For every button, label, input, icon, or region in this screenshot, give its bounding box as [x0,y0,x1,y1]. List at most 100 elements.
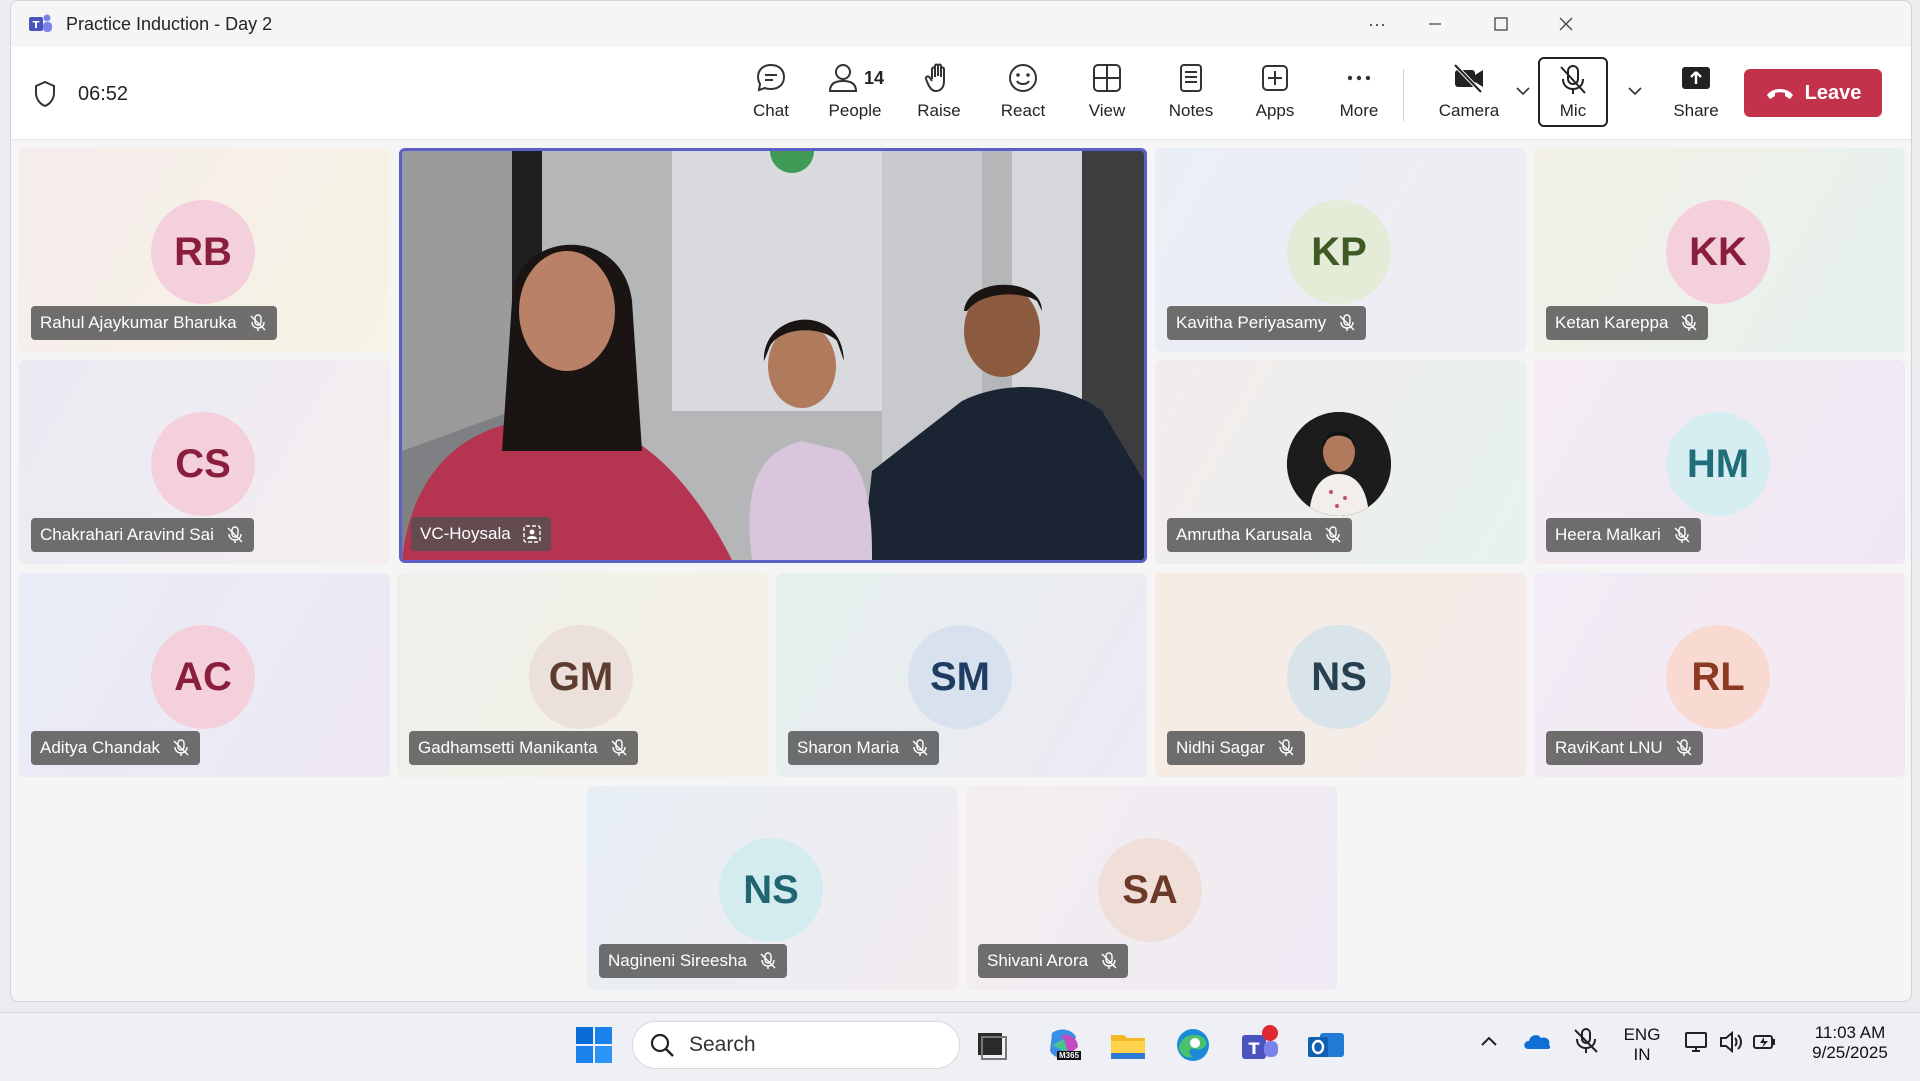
search-placeholder: Search [689,1033,756,1056]
svg-text:T: T [1249,1039,1260,1058]
participant-tile[interactable]: HM Heera Malkari [1534,360,1905,564]
battery-charging-icon[interactable] [1752,1029,1778,1055]
people-button[interactable]: 14 People [817,61,893,131]
avatar: KP [1287,200,1391,304]
more-dots-icon [1347,75,1371,81]
onedrive-cloud-icon[interactable] [1522,1029,1552,1053]
participant-name: Ketan Kareppa [1555,313,1669,332]
react-button[interactable]: React [991,61,1055,131]
participant-tile[interactable]: KP Kavitha Periyasamy [1155,148,1526,352]
volume-icon[interactable] [1718,1029,1744,1055]
edge-browser-icon[interactable] [1173,1025,1213,1065]
more-options-icon[interactable]: ··· [1357,9,1397,39]
share-label: Share [1673,101,1719,120]
participant-name: VC-Hoysala [420,524,511,543]
participant-tile[interactable]: NS Nagineni Sireesha [587,786,958,990]
outlook-icon[interactable] [1306,1025,1346,1065]
leave-button[interactable]: Leave [1744,69,1882,117]
svg-text:T: T [33,20,40,31]
avatar-initials: NS [1311,654,1367,699]
avatar: CS [151,412,255,516]
camera-options-chevron-icon[interactable] [1513,81,1533,101]
participant-name: RaviKant LNU [1555,738,1663,757]
participant-tile[interactable]: AC Aditya Chandak [19,573,390,777]
clock[interactable]: 11:03 AM 9/25/2025 [1800,1023,1900,1063]
chat-label: Chat [753,101,789,120]
mic-label: Mic [1559,101,1587,120]
language-code: ENG [1623,1025,1661,1044]
mic-muted-icon [760,952,776,969]
leave-label: Leave [1804,81,1862,104]
mic-muted-icon [1676,739,1692,756]
participant-tile[interactable]: NS Nidhi Sagar [1155,573,1526,777]
participant-tile[interactable]: RL RaviKant LNU [1534,573,1905,777]
network-icon[interactable] [1684,1029,1710,1055]
avatar: GM [529,625,633,729]
name-tag: Kavitha Periyasamy [1167,306,1367,340]
maximize-button[interactable] [1481,9,1521,39]
mic-muted-icon [1101,952,1117,969]
participant-tile[interactable]: RB Rahul Ajaykumar Bharuka [19,148,390,352]
participant-tile[interactable]: SA Shivani Arora [966,786,1337,990]
avatar: RL [1666,625,1770,729]
mic-muted-tray-icon[interactable] [1572,1027,1600,1055]
participant-name: Aditya Chandak [40,738,161,757]
chat-button[interactable]: Chat [739,61,803,131]
view-label: View [1088,101,1126,120]
shield-icon [35,80,55,108]
view-button[interactable]: View [1075,61,1139,131]
participant-name: Sharon Maria [797,738,900,757]
avatar-initials: SA [1122,867,1178,912]
language-indicator[interactable]: ENG IN [1622,1025,1662,1065]
share-button[interactable]: Share [1661,61,1731,131]
chat-icon [756,63,786,92]
mic-muted-icon [1674,526,1690,543]
avatar-initials: KK [1689,229,1747,274]
chevron-up-icon[interactable] [1478,1031,1500,1053]
share-icon [1682,67,1710,89]
avatar: HM [1666,412,1770,516]
more-button[interactable]: More [1327,61,1391,131]
file-explorer-icon[interactable] [1108,1025,1148,1065]
mic-muted-icon [173,739,189,756]
avatar: SM [908,625,1012,729]
name-tag: VC-Hoysala [411,517,551,551]
raise-hand-button[interactable]: Raise [907,61,971,131]
window-title: Practice Induction - Day 2 [66,14,273,34]
participant-name: Nagineni Sireesha [608,951,747,970]
participant-tile[interactable]: KK Ketan Kareppa [1534,148,1905,352]
avatar: RB [151,200,255,304]
mic-button[interactable]: Mic [1538,57,1608,127]
clock-date: 9/25/2025 [1812,1043,1888,1062]
apps-label: Apps [1255,101,1295,120]
participant-tile[interactable]: Amrutha Karusala [1155,360,1526,564]
camera-button[interactable]: Camera [1429,61,1509,131]
video-tile[interactable]: VC-Hoysala [399,148,1147,563]
taskbar: Search M365 T ENG IN 11:03 AM 9/25/2025 [0,1012,1920,1081]
close-button[interactable] [1546,9,1586,39]
mic-muted-icon [250,314,266,331]
participant-tile[interactable]: GM Gadhamsetti Manikanta [397,573,768,777]
avatar-initials: HM [1686,441,1750,486]
notes-button[interactable]: Notes [1159,61,1223,131]
teams-taskbar-icon[interactable]: T [1240,1025,1280,1065]
participant-name: Nidhi Sagar [1176,738,1265,757]
hang-up-icon [1766,89,1793,99]
windows-start-icon[interactable] [574,1025,614,1065]
language-region: IN [1633,1045,1651,1064]
mic-options-chevron-icon[interactable] [1625,81,1645,101]
name-tag: Ketan Kareppa [1546,306,1709,340]
m365-copilot-icon[interactable]: M365 [1044,1025,1084,1065]
taskbar-search-box[interactable]: Search [632,1021,960,1069]
name-tag: Amrutha Karusala [1167,518,1353,552]
name-tag: Chakrahari Aravind Sai [31,518,254,552]
participant-tile[interactable]: CS Chakrahari Aravind Sai [19,360,390,564]
grid-view-icon [1093,64,1121,92]
avatar: NS [1287,625,1391,729]
participant-tile[interactable]: SM Sharon Maria [776,573,1147,777]
apps-button[interactable]: Apps [1243,61,1307,131]
notes-label: Notes [1168,101,1214,120]
name-tag: RaviKant LNU [1546,731,1703,765]
minimize-button[interactable] [1415,9,1455,39]
task-view-icon[interactable] [972,1025,1012,1065]
